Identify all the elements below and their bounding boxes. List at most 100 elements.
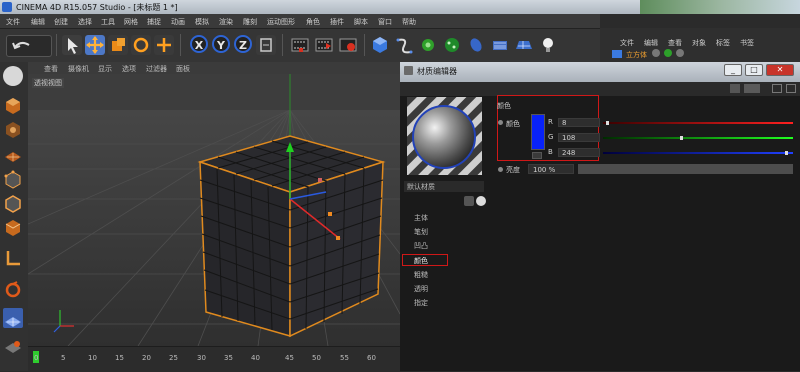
- menu-create[interactable]: 创建: [54, 17, 68, 27]
- dropdown-arrow-icon[interactable]: [464, 196, 474, 206]
- select-icon[interactable]: [62, 35, 82, 55]
- menu-sculpt[interactable]: 雕刻: [243, 17, 257, 27]
- channel-item[interactable]: 笔划: [414, 227, 428, 237]
- tweak-mode-icon[interactable]: [3, 280, 23, 300]
- cube-icon[interactable]: [370, 35, 390, 55]
- timeline[interactable]: 0 5 10 15 20 25 30 35 40 45 50 55 60: [28, 346, 400, 372]
- polygons-mode-icon[interactable]: [3, 218, 23, 238]
- g-slider-handle[interactable]: [680, 136, 683, 140]
- menu-help[interactable]: 帮助: [402, 17, 416, 27]
- menu-simulate[interactable]: 模拟: [195, 17, 209, 27]
- edges-mode-icon[interactable]: [3, 194, 23, 214]
- lock-z-axis-button[interactable]: Z: [234, 35, 252, 53]
- floor-icon[interactable]: [514, 35, 534, 55]
- menu-plugins[interactable]: 插件: [330, 17, 344, 27]
- scene-icon[interactable]: [466, 35, 486, 55]
- menu-script[interactable]: 脚本: [354, 17, 368, 27]
- snap-icon[interactable]: [3, 308, 23, 328]
- undo-icon[interactable]: [6, 35, 52, 57]
- menu-animate[interactable]: 动画: [171, 17, 185, 27]
- render-view-icon[interactable]: [290, 35, 310, 55]
- link-icon[interactable]: [476, 196, 486, 206]
- close-button[interactable]: ✕: [766, 64, 794, 76]
- menu-edit[interactable]: 编辑: [31, 17, 45, 27]
- menu-select[interactable]: 选择: [78, 17, 92, 27]
- vp-menu-filter[interactable]: 过滤器: [146, 64, 167, 74]
- menu-character[interactable]: 角色: [306, 17, 320, 27]
- om-menu-file[interactable]: 文件: [620, 38, 634, 48]
- vp-menu-display[interactable]: 显示: [98, 64, 112, 74]
- r-slider-handle[interactable]: [606, 121, 609, 125]
- axis-mode-icon[interactable]: [3, 248, 23, 268]
- visibility-dot-icon[interactable]: [652, 49, 660, 57]
- scale-icon[interactable]: [108, 35, 128, 55]
- menu-mograph[interactable]: 运动图形: [267, 17, 295, 27]
- vp-menu-cameras[interactable]: 摄像机: [68, 64, 89, 74]
- color-animate-dot[interactable]: [498, 120, 503, 125]
- b-slider-handle[interactable]: [785, 151, 788, 155]
- light-icon[interactable]: [538, 35, 558, 55]
- points-mode-icon[interactable]: [3, 170, 23, 190]
- enabled-check-icon[interactable]: [664, 49, 672, 57]
- menu-mesh[interactable]: 网格: [124, 17, 138, 27]
- coordinate-system-icon[interactable]: [256, 35, 276, 55]
- object-item-cube[interactable]: 立方体: [626, 50, 647, 60]
- g-slider[interactable]: [603, 137, 793, 139]
- om-menu-bookmarks[interactable]: 书签: [740, 38, 754, 48]
- 3d-viewport[interactable]: [28, 74, 400, 346]
- vp-menu-options[interactable]: 选项: [122, 64, 136, 74]
- lock-icon[interactable]: [772, 84, 782, 93]
- g-value-field[interactable]: 108: [558, 133, 600, 142]
- om-menu-object[interactable]: 对象: [692, 38, 706, 48]
- b-slider[interactable]: [603, 152, 793, 154]
- channel-item[interactable]: 粗糙: [414, 270, 428, 280]
- object-mode-icon[interactable]: [3, 96, 23, 116]
- camera-icon[interactable]: [490, 35, 510, 55]
- spline-icon[interactable]: [394, 35, 414, 55]
- vp-menu-view[interactable]: 查看: [44, 64, 58, 74]
- channel-item[interactable]: 主体: [414, 213, 428, 223]
- rotate-icon[interactable]: [131, 35, 151, 55]
- deformer-icon[interactable]: [442, 35, 462, 55]
- render-settings-icon[interactable]: [338, 35, 358, 55]
- new-panel-icon[interactable]: [786, 84, 796, 93]
- model-mode-icon[interactable]: [3, 66, 23, 86]
- texture-tag-icon[interactable]: [676, 49, 684, 57]
- nav-up-icon[interactable]: [744, 84, 760, 93]
- b-value-field[interactable]: 248: [558, 148, 600, 157]
- brightness-animate-dot[interactable]: [498, 167, 503, 172]
- render-icon[interactable]: [314, 35, 334, 55]
- color-picker-toggle-icon[interactable]: [532, 152, 542, 159]
- brightness-slider[interactable]: [578, 164, 793, 174]
- menu-snap[interactable]: 捕捉: [147, 17, 161, 27]
- workplane-lock-icon[interactable]: [3, 334, 23, 354]
- material-preview[interactable]: [407, 97, 482, 175]
- om-menu-edit[interactable]: 编辑: [644, 38, 658, 48]
- r-slider[interactable]: [603, 122, 793, 124]
- menu-render[interactable]: 渲染: [219, 17, 233, 27]
- lock-y-axis-button[interactable]: Y: [212, 35, 230, 53]
- r-value-field[interactable]: 8: [558, 118, 600, 127]
- texture-mode-icon[interactable]: [3, 120, 23, 140]
- channel-item[interactable]: 凹凸: [414, 241, 428, 251]
- add-icon[interactable]: [154, 35, 174, 55]
- generator-icon[interactable]: [418, 35, 438, 55]
- menu-file[interactable]: 文件: [6, 17, 20, 27]
- nav-back-icon[interactable]: [730, 84, 740, 93]
- channel-item[interactable]: 透明: [414, 284, 428, 294]
- minimize-button[interactable]: _: [724, 64, 742, 76]
- om-menu-view[interactable]: 查看: [668, 38, 682, 48]
- color-swatch[interactable]: [531, 114, 545, 150]
- lock-x-axis-button[interactable]: X: [190, 35, 208, 53]
- workplane-mode-icon[interactable]: [3, 144, 23, 164]
- menu-window[interactable]: 窗口: [378, 17, 392, 27]
- channel-item[interactable]: 指定: [414, 298, 428, 308]
- brightness-field[interactable]: 100 %: [528, 164, 574, 174]
- vp-menu-panel[interactable]: 面板: [176, 64, 190, 74]
- maximize-button[interactable]: □: [745, 64, 763, 76]
- menu-tools[interactable]: 工具: [101, 17, 115, 27]
- color-section-title: 颜色: [497, 102, 511, 110]
- material-name-field[interactable]: 默认材质: [404, 181, 484, 192]
- move-icon[interactable]: [85, 35, 105, 55]
- om-menu-tags[interactable]: 标签: [716, 38, 730, 48]
